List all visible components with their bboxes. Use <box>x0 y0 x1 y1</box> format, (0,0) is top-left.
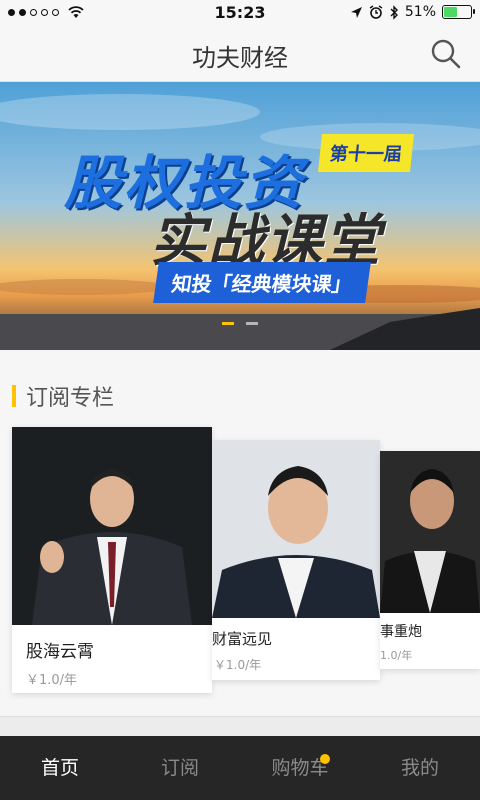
location-arrow-icon <box>350 6 362 18</box>
column-card[interactable]: 事重炮 1.0/年 <box>380 451 480 669</box>
status-bar: 15:23 51% <box>0 0 480 26</box>
subscription-section: 订阅专栏 股海云霄 ￥1.0/年 财富远见 ￥1.0/年 事重炮 1.0/年 <box>0 350 480 716</box>
alarm-clock-icon <box>369 5 383 19</box>
card-price: ￥1.0/年 <box>214 658 262 672</box>
search-button[interactable] <box>430 38 462 70</box>
banner-badge: 第十一届 <box>318 134 414 172</box>
tab-mine[interactable]: 我的 <box>360 736 480 800</box>
card-price: ￥1.0/年 <box>26 673 78 688</box>
page-title: 功夫财经 <box>192 44 288 72</box>
columnist-photo <box>212 440 380 618</box>
columnist-photo <box>380 451 480 613</box>
search-icon <box>431 39 461 69</box>
card-title: 财富远见 <box>212 630 273 648</box>
section-accent-bar <box>12 385 16 407</box>
battery-percent: 51% <box>404 4 436 20</box>
columnist-photo <box>12 427 212 625</box>
tab-subscribe[interactable]: 订阅 <box>120 736 240 800</box>
section-divider <box>0 716 480 736</box>
card-price: 1.0/年 <box>380 649 413 662</box>
pager-dot[interactable] <box>246 322 258 325</box>
tab-cart[interactable]: 购物车 <box>240 736 360 800</box>
section-title: 订阅专栏 <box>26 386 115 411</box>
carousel-pager <box>0 322 480 325</box>
pager-dot[interactable] <box>222 322 234 325</box>
nav-bar: 功夫财经 <box>0 26 480 82</box>
card-title: 事重炮 <box>380 624 422 640</box>
tab-home[interactable]: 首页 <box>0 736 120 800</box>
bottom-tab-bar: 首页 订阅 购物车 我的 <box>0 736 480 800</box>
column-card[interactable]: 财富远见 ￥1.0/年 <box>212 440 380 680</box>
banner-tagline: 知投「经典模块课」 <box>153 262 371 303</box>
battery-icon <box>442 5 475 19</box>
column-card[interactable]: 股海云霄 ￥1.0/年 <box>12 427 212 693</box>
promo-banner[interactable]: 股权投资 第十一届 实战课堂 知投「经典模块课」 <box>0 82 480 350</box>
section-header: 订阅专栏 <box>12 380 114 412</box>
card-title: 股海云霄 <box>26 642 94 662</box>
cart-notification-dot <box>320 754 330 764</box>
bluetooth-icon <box>390 4 398 20</box>
